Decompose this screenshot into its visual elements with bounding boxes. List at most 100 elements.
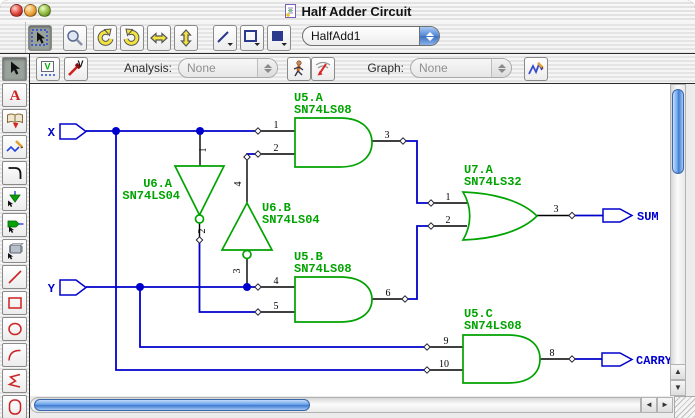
down-arrow-icon: ▼ [674,384,682,392]
u6b-part: SN74LS04 [262,213,320,227]
pin-number: 1 [274,120,279,131]
pointer-icon [5,59,25,79]
up-arrow-icon: ▲ [674,368,682,376]
resize-grip[interactable] [674,396,695,418]
red-rectangle-icon [5,293,25,313]
magnifier-icon [65,28,85,48]
zoom-tool-button[interactable] [63,25,87,51]
draw-rectangle-button[interactable] [2,291,27,315]
red-line-icon [5,267,25,287]
scroll-left-button[interactable]: ◄ [641,397,657,413]
run-simulation-button[interactable] [287,57,311,81]
graph-tool-button[interactable] [524,57,548,81]
red-rounded-rectangle-icon [5,397,25,417]
gate-u5c[interactable] [463,335,540,383]
horizontal-scrollbar-thumb[interactable] [34,399,310,411]
line-tool-button[interactable] [213,25,237,51]
svg-text:V: V [77,59,83,69]
port-sum[interactable]: SUM [603,209,659,224]
pin-number: 2 [446,215,451,226]
analysis-popup[interactable]: None [178,58,278,78]
pin-number: 1 [446,192,451,203]
app-window: Half Adder Circuit [0,0,695,418]
circuit-selector-value: HalfAdd1 [303,29,419,43]
voltmeter-button[interactable]: V [36,57,60,81]
line-tool-icon [215,28,235,48]
rotate-left-button[interactable] [93,25,117,51]
text-tool-button[interactable]: A [2,83,27,107]
place-port-button[interactable] [2,187,27,211]
place-pin-button[interactable] [2,213,27,237]
flip-horizontal-icon [149,28,169,48]
gate-u5a[interactable] [295,118,372,167]
draw-rounded-rectangle-button[interactable] [2,395,27,418]
chip-icon [5,241,25,261]
filled-rectangle-tool-button[interactable] [267,25,291,51]
pin-number: 9 [444,336,449,347]
schematic-canvas[interactable]: X Y SUM CARRY U5.A SN74LS08 U6.A SN74LS0… [30,84,670,396]
port-carry[interactable]: CARRY [602,353,670,368]
scroll-up-button[interactable]: ▲ [670,364,686,380]
draw-bus-button[interactable] [2,161,27,185]
u5b-part: SN74LS08 [294,262,352,276]
graph-value: None [411,61,491,75]
pin-number: 2 [197,229,208,234]
graph-icon [526,59,546,79]
pin-number: 6 [386,288,391,299]
book-icon [5,111,25,131]
flip-vertical-icon [176,28,196,48]
pointer-tool-button[interactable] [2,57,27,81]
graph-label: Graph: [362,61,404,75]
junction-dots [112,127,251,291]
scroll-right-button[interactable]: ► [657,397,673,413]
title-bar[interactable]: Half Adder Circuit [0,0,695,23]
draw-line-button[interactable] [2,265,27,289]
document-icon [283,3,297,19]
selection-tool-button[interactable] [28,25,52,51]
gate-u5b[interactable] [295,277,372,322]
probe-button[interactable]: V [64,57,88,81]
scroll-down-button[interactable]: ▼ [670,380,686,396]
rotate-left-icon [95,28,115,48]
graph-popup[interactable]: None [410,58,512,78]
gate-u7a[interactable] [463,192,537,240]
window-right-edge [686,84,695,396]
u7a-part: SN74LS32 [464,175,522,189]
draw-wire-button[interactable] [2,135,27,159]
red-polygon-icon [5,371,25,391]
pin-number: 3 [554,204,559,215]
bus-corner-icon [5,163,25,183]
svg-text:V: V [44,62,50,72]
place-device-button[interactable] [2,239,27,263]
voltmeter-icon: V [38,59,58,79]
pin-number: 5 [274,301,279,312]
left-arrow-icon: ◄ [645,401,653,409]
port-y[interactable]: Y [48,280,86,296]
red-ellipse-icon [5,319,25,339]
pin-number: 3 [232,269,243,274]
signal-update-button[interactable] [311,57,335,81]
u5c-part: SN74LS08 [464,319,522,333]
u6a-part: SN74LS04 [122,189,180,203]
popup-arrows-icon [257,59,277,77]
rectangle-tool-button[interactable] [240,25,264,51]
port-carry-label: CARRY [636,354,670,368]
signal-waves-icon [313,59,333,79]
port-y-label: Y [48,282,56,296]
rotate-right-button[interactable] [120,25,144,51]
popup-arrows-icon [491,59,511,77]
flip-vertical-button[interactable] [174,25,198,51]
pin-number: 2 [274,143,279,154]
port-x[interactable]: X [48,124,86,140]
part-library-button[interactable] [2,109,27,133]
draw-ellipse-button[interactable] [2,317,27,341]
draw-polygon-button[interactable] [2,369,27,393]
gate-u6a[interactable] [175,166,224,223]
vertical-scrollbar-thumb[interactable] [672,89,684,174]
popup-arrows-icon [419,27,439,45]
draw-arc-button[interactable] [2,343,27,367]
probe-icon: V [66,59,86,79]
flip-horizontal-button[interactable] [147,25,171,51]
u5a-part: SN74LS08 [294,103,352,117]
circuit-selector-popup[interactable]: HalfAdd1 [302,26,440,46]
